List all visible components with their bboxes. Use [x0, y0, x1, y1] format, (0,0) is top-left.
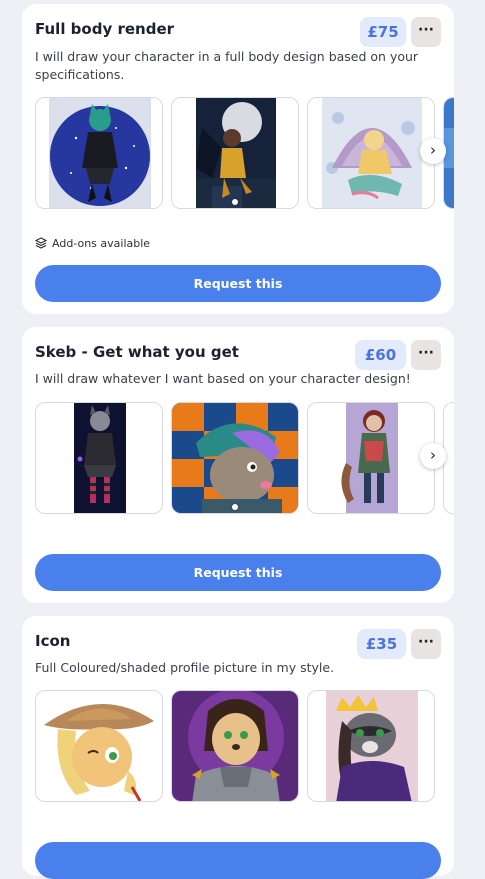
price-badge: £35 — [357, 629, 406, 659]
sample-image-thumbnail[interactable] — [171, 690, 299, 802]
ellipsis-icon: ··· — [418, 634, 434, 650]
chevron-right-icon[interactable]: › — [420, 443, 446, 469]
sample-image-thumbnail[interactable] — [35, 97, 163, 209]
card-title: Full body render — [35, 20, 175, 38]
carousel-dot — [232, 199, 238, 205]
addons-label: Add-ons available — [52, 237, 151, 250]
artwork-character-beanie — [172, 403, 298, 513]
sample-image-thumbnail[interactable] — [35, 690, 163, 802]
addons-indicator: Add-ons available — [34, 237, 151, 250]
request-button-partial[interactable] — [35, 842, 441, 879]
sample-gallery[interactable] — [35, 690, 454, 806]
artwork-character-moon — [172, 98, 298, 208]
ellipsis-icon: ··· — [418, 22, 434, 38]
sample-gallery[interactable] — [35, 97, 454, 213]
commission-card-full-body: Full body render £75 ··· I will draw you… — [22, 4, 454, 314]
price-badge: £60 — [355, 340, 406, 370]
more-options-button[interactable]: ··· — [411, 17, 441, 47]
request-button[interactable]: Request this — [35, 265, 441, 302]
card-description: Full Coloured/shaded profile picture in … — [35, 660, 335, 675]
carousel-dot — [232, 504, 238, 510]
layers-icon — [34, 237, 48, 249]
card-title: Skeb - Get what you get — [35, 343, 239, 361]
artwork-character-shell — [308, 98, 434, 208]
more-options-button[interactable]: ··· — [411, 629, 441, 659]
artwork-character-galaxy — [36, 98, 162, 208]
artwork-character-raccoon-goth — [36, 403, 162, 513]
sample-image-thumbnail[interactable] — [307, 690, 435, 802]
price-badge: £75 — [360, 17, 406, 47]
commission-card-icon: Icon £35 ··· Full Coloured/shaded profil… — [22, 616, 454, 879]
sample-image-thumbnail[interactable] — [35, 402, 163, 514]
commission-card-skeb: Skeb - Get what you get £60 ··· I will d… — [22, 327, 454, 603]
request-button[interactable]: Request this — [35, 554, 441, 591]
card-description: I will draw your character in a full bod… — [35, 49, 419, 82]
sample-image-thumbnail[interactable] — [171, 402, 299, 514]
artwork-character-knight-dog — [172, 691, 298, 801]
artwork-character-cowgirl-pony — [36, 691, 162, 801]
sample-image-thumbnail[interactable] — [307, 97, 435, 209]
sample-image-thumbnail[interactable] — [171, 97, 299, 209]
chevron-right-icon[interactable]: › — [420, 138, 446, 164]
ellipsis-icon: ··· — [418, 345, 434, 361]
card-title: Icon — [35, 632, 71, 650]
card-description: I will draw whatever I want based on you… — [35, 371, 411, 386]
sample-image-thumbnail[interactable] — [307, 402, 435, 514]
more-options-button[interactable]: ··· — [411, 340, 441, 370]
sample-gallery[interactable] — [35, 402, 454, 518]
artwork-character-red-hair — [308, 403, 434, 513]
artwork-character-crowned-raccoon — [308, 691, 434, 801]
